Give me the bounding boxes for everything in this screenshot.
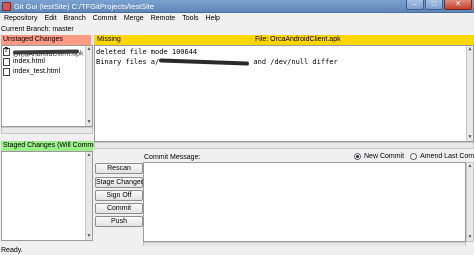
window-title: Git Gui (testSite) C:/TFGitProjects/test… (14, 2, 155, 11)
diff-viewer[interactable]: deleted file mode 100644 Binary files a/… (94, 45, 474, 142)
amend-commit-label[interactable]: Amend Last Commit (420, 152, 474, 161)
diff-line: deleted file mode 100644 (96, 48, 198, 56)
staged-file-list[interactable]: ▲ ▼ (1, 151, 93, 241)
menu-repository[interactable]: Repository (4, 14, 37, 24)
unstaged-file-item[interactable]: index.html (3, 57, 85, 66)
window-controls: – □ ✕ (405, 0, 472, 10)
menu-tools[interactable]: Tools (182, 14, 198, 24)
file-name: index.html (13, 58, 45, 65)
unknown-file-icon[interactable] (3, 47, 10, 56)
file-name-redacted: OrcaAndroidClient.apk (12, 48, 84, 59)
commit-message-label: Commit Message: (144, 154, 201, 161)
unstaged-file-item[interactable]: OrcaAndroidClient.apk (3, 47, 85, 59)
amend-commit-radio[interactable] (410, 153, 418, 160)
commit-vertical-scrollbar[interactable]: ▲ ▼ (466, 162, 474, 242)
diff-line-prefix: Binary files a/ (96, 58, 160, 66)
diff-line: Binary files a/ and /dev/null differ (96, 57, 338, 67)
scroll-up-arrow-icon[interactable]: ▲ (467, 46, 473, 53)
rescan-button[interactable]: Rescan (95, 163, 143, 174)
diff-horizontal-scrollbar[interactable] (94, 142, 474, 149)
scroll-down-arrow-icon[interactable]: ▼ (86, 233, 92, 240)
menu-commit[interactable]: Commit (93, 14, 117, 24)
staged-vertical-scrollbar[interactable]: ▲ ▼ (85, 152, 92, 240)
unstaged-file-list[interactable]: OrcaAndroidClient.apk index.html index_t… (1, 45, 93, 127)
title-bar: Git Gui (testSite) C:/TFGitProjects/test… (0, 0, 474, 13)
commit-message-input[interactable] (143, 162, 466, 242)
diff-vertical-scrollbar[interactable]: ▲ ▼ (466, 46, 473, 141)
new-commit-radio[interactable] (354, 153, 361, 160)
scroll-up-arrow-icon[interactable]: ▲ (86, 152, 92, 159)
close-button[interactable]: ✕ (444, 0, 472, 10)
scroll-up-arrow-icon[interactable]: ▲ (467, 163, 473, 170)
file-icon[interactable] (3, 57, 10, 66)
menu-remote[interactable]: Remote (151, 14, 176, 24)
redacted-path (159, 58, 250, 66)
diff-header: Missing File: OrcaAndroidClient.apk (94, 35, 474, 45)
menu-help[interactable]: Help (206, 14, 220, 24)
commit-mode-group: New Commit Amend Last Commit (354, 152, 474, 161)
diff-file-label: File: OrcaAndroidClient.apk (255, 36, 341, 43)
unstaged-file-item[interactable]: index_test.html (3, 67, 85, 76)
status-bar: Ready. (0, 246, 474, 255)
unstaged-changes-header: Unstaged Changes (1, 35, 91, 45)
scroll-up-arrow-icon[interactable]: ▲ (86, 46, 92, 53)
diff-line-suffix: and /dev/null differ (249, 58, 338, 66)
diff-status: Missing (97, 36, 121, 43)
file-icon[interactable] (3, 67, 10, 76)
push-button[interactable]: Push (95, 216, 143, 227)
sign-off-button[interactable]: Sign Off (95, 190, 143, 201)
file-name: index_test.html (13, 68, 61, 75)
menu-edit[interactable]: Edit (44, 14, 56, 24)
git-app-icon (2, 2, 11, 11)
new-commit-label[interactable]: New Commit (364, 152, 404, 161)
menu-branch[interactable]: Branch (64, 14, 86, 24)
scroll-down-arrow-icon[interactable]: ▼ (467, 134, 473, 141)
scroll-down-arrow-icon[interactable]: ▼ (86, 119, 92, 126)
current-branch-label: Current Branch: master (1, 26, 74, 33)
menu-merge[interactable]: Merge (124, 14, 144, 24)
unstaged-vertical-scrollbar[interactable]: ▲ ▼ (85, 46, 92, 126)
menu-bar: Repository Edit Branch Commit Merge Remo… (0, 13, 474, 24)
maximize-button[interactable]: □ (425, 0, 443, 10)
stage-changed-button[interactable]: Stage Changed (95, 177, 145, 188)
unstaged-horizontal-scrollbar[interactable] (1, 127, 93, 134)
minimize-button[interactable]: – (406, 0, 424, 10)
staged-changes-header: Staged Changes (Will Commit) (1, 141, 100, 151)
commit-button[interactable]: Commit (95, 203, 143, 214)
scroll-down-arrow-icon[interactable]: ▼ (467, 234, 473, 241)
